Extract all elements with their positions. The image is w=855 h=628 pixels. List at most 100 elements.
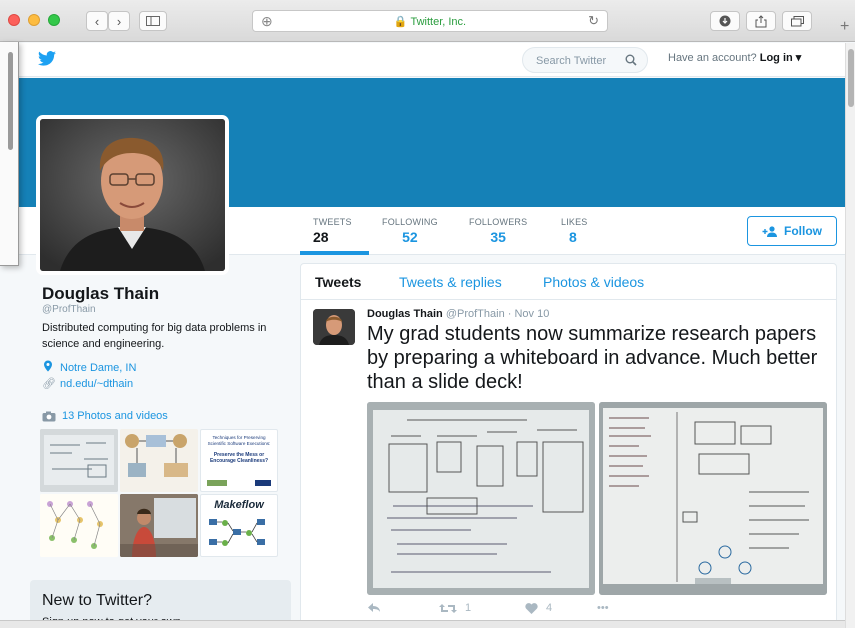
tweet-text: My grad students now summarize research … [367,323,818,393]
zoom-window-button[interactable] [48,14,60,26]
search-placeholder: Search Twitter [536,55,607,67]
stat-label: LIKES [561,217,588,227]
photo-thumb-presenter[interactable] [120,494,198,557]
follow-label: Follow [784,224,822,238]
link-icon: 🔗︎ [42,378,56,390]
download-icon [719,15,731,27]
tab-tweets[interactable]: Tweets [315,274,361,290]
tweet-photo-1[interactable] [367,402,595,595]
stat-likes[interactable]: LIKES 8 [561,217,588,245]
stat-value: 52 [402,229,418,245]
tweet-header: Douglas Thain @ProfThain · Nov 10 [367,308,549,320]
add-user-icon [762,225,777,237]
tweet-avatar[interactable] [313,309,355,345]
share-button[interactable] [746,11,776,31]
photo-thumb-graph[interactable] [40,494,118,557]
browser-toolbar: ‹ › ⊕ 🔒 Twitter, Inc. ↻ + [0,0,855,42]
search-input[interactable]: Search Twitter [522,47,648,73]
camera-icon [42,411,56,421]
downloads-button[interactable] [710,11,740,31]
tab-photos-videos[interactable]: Photos & videos [543,274,644,290]
stat-label: FOLLOWING [382,217,438,227]
like-count: 4 [546,602,553,614]
stat-value: 28 [313,229,329,245]
thumb-makeflow-title: Makeflow [214,499,264,511]
chevron-right-icon: › [116,13,122,29]
stat-label: FOLLOWERS [469,217,528,227]
login-link[interactable]: Log in ▾ [760,52,802,64]
search-icon[interactable] [625,54,637,66]
twitter-bird-icon[interactable] [38,51,56,66]
account-prompt: Have an account? Log in ▾ [668,51,801,64]
profile-avatar[interactable] [36,115,229,275]
thumb-slide-title: Techniques for Preserving Scientific Sof… [207,435,271,446]
thumb-slide-subtitle: Preserve the Mess or Encourage Cleanline… [209,452,269,464]
close-window-button[interactable] [8,14,20,26]
photo-thumb-makeflow[interactable]: Makeflow [200,494,278,557]
stat-followers[interactable]: FOLLOWERS 35 [469,217,527,245]
tweet-photo-2[interactable] [599,402,827,595]
active-tab-underline [300,251,369,255]
thumb-slide-logo [207,480,227,486]
reload-icon[interactable]: ↻ [588,13,599,29]
scrollbar-thumb[interactable] [848,49,854,107]
tab-tweets-replies[interactable]: Tweets & replies [399,274,502,290]
stat-tweets[interactable]: TWEETS 28 [313,217,352,245]
photos-videos-link[interactable]: 13 Photos and videos [42,410,168,422]
retweet-icon [439,603,457,613]
stat-value: 35 [490,229,506,245]
stat-value: 8 [569,229,577,245]
stat-following[interactable]: FOLLOWING 52 [382,217,438,245]
back-button[interactable]: ‹ [86,11,108,31]
new-to-twitter-title: New to Twitter? [42,592,152,609]
location-pin-icon [42,360,54,375]
account-prompt-text: Have an account? [668,52,757,64]
more-dots-icon: ••• [597,602,609,614]
twitter-topbar: Search Twitter Have an account? Log in ▾ [0,43,845,77]
new-tab-icon[interactable]: + [840,18,849,36]
profile-bio: Distributed computing for big data probl… [42,322,267,350]
chevron-left-icon: ‹ [94,13,100,29]
reply-icon [368,603,380,612]
profile-name[interactable]: Douglas Thain [42,284,159,304]
stat-label: TWEETS [313,217,352,227]
photo-thumb-slide-title[interactable]: Techniques for Preserving Scientific Sof… [200,429,278,492]
sidebar-icon [146,16,160,26]
tabs-icon [790,15,804,26]
browser-status-bar [0,620,845,628]
minimize-window-button[interactable] [28,14,40,26]
overlay-panel [0,42,19,266]
heart-icon [525,602,538,614]
overlay-scrollbar[interactable] [8,52,13,150]
retweet-button[interactable]: 1 [439,602,471,614]
photo-thumbnails: Techniques for Preserving Scientific Sof… [40,429,278,558]
sidebar-button[interactable] [139,11,167,31]
profile-location: Notre Dame, IN [42,360,136,375]
reply-button[interactable] [367,602,381,613]
follow-button[interactable]: Follow [747,216,837,246]
tabs-overview-button[interactable] [782,11,812,31]
page-scrollbar[interactable] [845,43,855,628]
photos-videos-label: 13 Photos and videos [62,410,168,422]
timeline: Tweets Tweets & replies Photos & videos … [300,263,837,628]
thumb-slide-logo [255,480,271,486]
address-text: 🔒 Twitter, Inc. [393,16,467,28]
address-bar[interactable]: ⊕ 🔒 Twitter, Inc. ↻ [252,10,608,32]
website-link[interactable]: nd.edu/~dthain [60,378,133,390]
forward-button[interactable]: › [108,11,130,31]
photo-thumb-diagram[interactable] [120,429,198,492]
like-button[interactable]: 4 [525,602,552,614]
tweet-actions: 1 4 ••• [367,602,667,620]
avatar-photo [40,119,225,271]
share-icon [755,14,767,27]
profile-website: 🔗︎ nd.edu/~dthain [42,377,133,391]
tweet-handle[interactable]: @ProfThain [446,308,505,320]
tweet-author[interactable]: Douglas Thain [367,308,443,320]
tweet-date[interactable]: · Nov 10 [508,308,550,320]
timeline-tabs: Tweets Tweets & replies Photos & videos [301,264,836,300]
profile-handle[interactable]: @ProfThain [42,304,96,315]
location-text[interactable]: Notre Dame, IN [60,362,136,374]
more-button[interactable]: ••• [597,602,609,614]
retweet-count: 1 [465,602,472,614]
photo-thumb-whiteboard[interactable] [40,429,118,492]
